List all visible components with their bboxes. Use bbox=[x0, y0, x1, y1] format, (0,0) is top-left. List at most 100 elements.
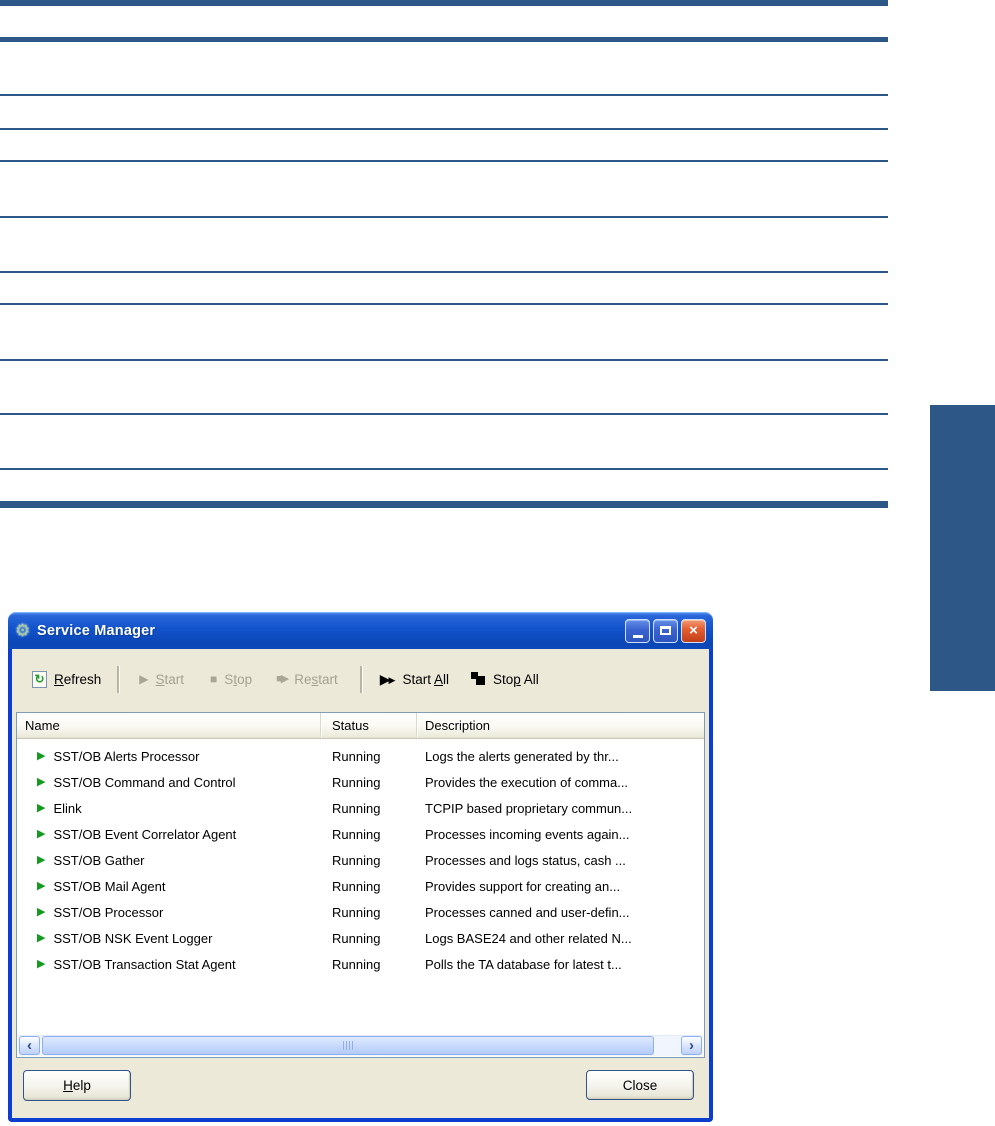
service-description: TCPIP based proprietary commun... bbox=[425, 800, 633, 816]
maximize-button[interactable] bbox=[653, 618, 678, 643]
scroll-right-button[interactable]: › bbox=[681, 1036, 702, 1055]
toolbar-separator bbox=[117, 665, 120, 693]
table-row[interactable]: ▶ SST/OB Alerts Processor Running Logs the … bbox=[17, 743, 704, 769]
table-rule bbox=[0, 160, 888, 162]
minimize-button[interactable] bbox=[625, 618, 650, 643]
stop-label: Stop bbox=[224, 671, 253, 687]
refresh-button[interactable]: ↻ Refresh bbox=[32, 670, 102, 688]
toolbar-separator bbox=[359, 665, 362, 693]
list-header: Name Status Description bbox=[17, 713, 704, 739]
stop-all-button[interactable]: Stop All bbox=[471, 672, 539, 687]
service-status: Running bbox=[332, 748, 381, 764]
help-button[interactable]: Help bbox=[23, 1070, 131, 1101]
close-window-button[interactable]: × bbox=[681, 618, 706, 643]
column-header-name[interactable]: Name bbox=[17, 713, 321, 738]
help-label: Help bbox=[63, 1078, 91, 1093]
running-triangle-icon: ▶ bbox=[37, 879, 46, 892]
scroll-left-icon: ‹ bbox=[27, 1037, 32, 1054]
minimize-icon bbox=[632, 634, 643, 638]
service-description: Provides the execution of comma... bbox=[425, 774, 629, 790]
stop-icon: ■ bbox=[210, 672, 218, 686]
table-row[interactable]: ▶ SST/OB Mail Agent Running Provides suppor… bbox=[17, 873, 704, 899]
service-status: Running bbox=[332, 774, 381, 790]
horizontal-scrollbar[interactable]: ‹ › bbox=[18, 1035, 703, 1056]
start-icon: ▶ bbox=[139, 672, 149, 686]
close-button[interactable]: Close bbox=[586, 1070, 694, 1100]
start-button[interactable]: ▶ Start bbox=[139, 672, 184, 687]
close-icon: × bbox=[689, 622, 698, 639]
service-name: SST/OB Event Correlator Agent bbox=[53, 826, 237, 842]
window-title: Service Manager bbox=[37, 622, 156, 639]
service-description: Logs BASE24 and other related N... bbox=[425, 930, 632, 946]
start-all-button[interactable]: ▶ ▶ Start All bbox=[380, 672, 449, 687]
table-row[interactable]: ▶ SST/OB Processor Running Processes canned… bbox=[17, 899, 704, 925]
service-name: SST/OB Gather bbox=[53, 852, 145, 868]
table-rule bbox=[0, 413, 888, 415]
service-name: Elink bbox=[53, 800, 82, 816]
stop-button[interactable]: ■ Stop bbox=[210, 672, 252, 687]
service-description: Provides support for creating an... bbox=[425, 878, 621, 894]
service-name: SST/OB Transaction Stat Agent bbox=[53, 956, 236, 972]
service-list: Name Status Description ▶ SST/OB Alerts P… bbox=[16, 712, 705, 1058]
service-status: Running bbox=[332, 878, 381, 894]
running-triangle-icon: ▶ bbox=[37, 931, 46, 944]
scroll-left-button[interactable]: ‹ bbox=[19, 1036, 40, 1055]
table-rule bbox=[0, 94, 888, 96]
table-row[interactable]: ▶ SST/OB Command and Control Running Provid… bbox=[17, 769, 704, 795]
chapter-side-tab bbox=[930, 405, 995, 691]
service-manager-window: ⚙ Service Manager × ↻ Refresh ▶ Start ■ … bbox=[8, 612, 713, 1122]
running-triangle-icon: ▶ bbox=[37, 853, 46, 866]
running-triangle-icon: ▶ bbox=[37, 749, 46, 762]
service-name: SST/OB Mail Agent bbox=[53, 878, 166, 894]
table-rule bbox=[0, 303, 888, 305]
table-rule bbox=[0, 468, 888, 470]
service-status: Running bbox=[332, 826, 381, 842]
maximize-icon bbox=[660, 626, 671, 635]
table-row[interactable]: ▶ SST/OB Event Correlator Agent Running Pro… bbox=[17, 821, 704, 847]
table-row[interactable]: ▶ Elink Running TCPIP based proprietary com… bbox=[17, 795, 704, 821]
window-titlebar[interactable]: ⚙ Service Manager × bbox=[8, 612, 713, 649]
page: ⚙ Service Manager × ↻ Refresh ▶ Start ■ … bbox=[0, 0, 995, 1126]
close-label: Close bbox=[622, 1077, 658, 1093]
table-rule bbox=[0, 216, 888, 218]
table-rule bbox=[0, 359, 888, 361]
running-triangle-icon: ▶ bbox=[37, 801, 46, 814]
start-all-icon: ▶ ▶ bbox=[379, 670, 396, 687]
column-header-description[interactable]: Description bbox=[417, 713, 704, 738]
restart-icon: ■▶ bbox=[276, 672, 289, 685]
service-description: Polls the TA database for latest t... bbox=[425, 956, 622, 972]
running-triangle-icon: ▶ bbox=[37, 957, 46, 970]
start-label: Start bbox=[155, 671, 185, 687]
refresh-label: Refresh bbox=[54, 671, 102, 687]
service-description: Processes and logs status, cash ... bbox=[425, 852, 626, 868]
table-rule bbox=[0, 128, 888, 130]
table-row[interactable]: ▶ SST/OB Transaction Stat Agent Running Pol… bbox=[17, 951, 704, 977]
running-triangle-icon: ▶ bbox=[37, 827, 46, 840]
service-description: Logs the alerts generated by thr... bbox=[425, 748, 619, 764]
table-rule-thick bbox=[0, 0, 888, 6]
service-name: SST/OB Command and Control bbox=[53, 774, 236, 790]
running-triangle-icon: ▶ bbox=[37, 775, 46, 788]
table-rule-thick bbox=[0, 37, 888, 42]
app-gear-icon: ⚙ bbox=[15, 621, 31, 640]
service-name: SST/OB NSK Event Logger bbox=[53, 930, 213, 946]
restart-button[interactable]: ■▶ Restart bbox=[276, 672, 338, 687]
refresh-icon: ↻ bbox=[32, 670, 47, 688]
scrollbar-grip-icon bbox=[342, 1041, 354, 1050]
service-rows: ▶ SST/OB Alerts Processor Running Logs the … bbox=[17, 739, 704, 977]
stop-all-label: Stop All bbox=[493, 671, 539, 687]
service-status: Running bbox=[332, 930, 381, 946]
service-description: Processes canned and user-defin... bbox=[425, 904, 630, 920]
service-status: Running bbox=[332, 904, 381, 920]
table-row[interactable]: ▶ SST/OB Gather Running Processes and logs … bbox=[17, 847, 704, 873]
service-name: SST/OB Alerts Processor bbox=[53, 748, 200, 764]
table-rule bbox=[0, 271, 888, 273]
running-triangle-icon: ▶ bbox=[37, 905, 46, 918]
scrollbar-thumb[interactable] bbox=[42, 1036, 654, 1055]
table-row[interactable]: ▶ SST/OB NSK Event Logger Running Logs BASE… bbox=[17, 925, 704, 951]
service-status: Running bbox=[332, 956, 381, 972]
column-header-status[interactable]: Status bbox=[321, 713, 417, 738]
toolbar: ↻ Refresh ▶ Start ■ Stop ■▶ Restart ▶ ▶ S… bbox=[12, 656, 709, 702]
service-status: Running bbox=[332, 800, 381, 816]
service-description: Processes incoming events again... bbox=[425, 826, 630, 842]
